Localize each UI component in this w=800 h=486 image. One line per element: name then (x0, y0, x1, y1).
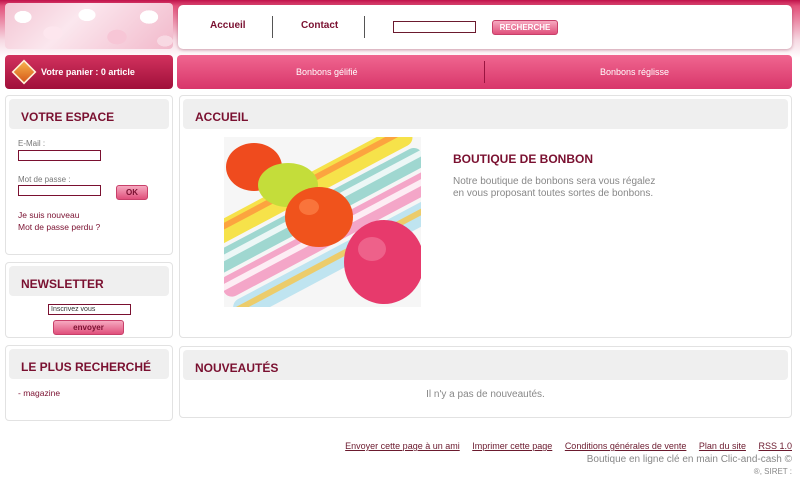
footer-links: Envoyer cette page à un ami Imprimer cet… (335, 441, 792, 451)
category-divider (484, 61, 485, 83)
most-searched-box: LE PLUS RECHERCHÉ - magazine (5, 345, 173, 421)
news-panel: NOUVEAUTÉS Il n'y a pas de nouveautés. (179, 346, 792, 418)
account-box: VOTRE ESPACE E-Mail : Mot de passe : OK … (5, 95, 173, 255)
cart-bar[interactable]: Votre panier : 0 article (5, 55, 173, 89)
newsletter-email-input[interactable] (48, 304, 131, 315)
email-label: E-Mail : (18, 139, 46, 148)
news-empty-text: Il n'y a pas de nouveautés. (426, 389, 545, 400)
most-searched-box-title: LE PLUS RECHERCHÉ (9, 349, 169, 379)
cart-icon (11, 59, 37, 85)
password-field[interactable] (18, 185, 101, 196)
nav-divider (364, 16, 365, 38)
most-searched-item[interactable]: - magazine (18, 388, 60, 398)
cart-label: Votre panier : 0 article (41, 67, 135, 77)
footer-print-link[interactable]: Imprimer cette page (472, 441, 552, 451)
new-account-link[interactable]: Je suis nouveau (18, 210, 79, 220)
footer-sitemap-link[interactable]: Plan du site (699, 441, 746, 451)
account-box-title: VOTRE ESPACE (9, 99, 169, 129)
newsletter-box: NEWSLETTER envoyer (5, 262, 173, 338)
email-field[interactable] (18, 150, 101, 161)
footer-rss-link[interactable]: RSS 1.0 (758, 441, 792, 451)
candy-image (224, 137, 421, 307)
footer-credit: Boutique en ligne clé en main Clic-and-c… (586, 454, 792, 465)
nav-contact-link[interactable]: Contact (301, 20, 338, 31)
logo-marshmallow-image[interactable] (5, 3, 173, 49)
top-navigation: Accueil Contact RECHERCHE (178, 5, 792, 49)
footer-siret: ®, SIRET : (753, 467, 792, 476)
category-nav: Bonbons gélifié Bonbons réglisse (177, 55, 792, 89)
shop-heading: BOUTIQUE DE BONBON (453, 152, 594, 166)
newsletter-submit-button[interactable]: envoyer (53, 320, 124, 335)
category-reglisse-link[interactable]: Bonbons réglisse (600, 67, 669, 77)
footer-terms-link[interactable]: Conditions générales de vente (565, 441, 687, 451)
shop-description-line1: Notre boutique de bonbons sera vous réga… (453, 176, 656, 187)
search-input[interactable] (393, 21, 476, 33)
search-button[interactable]: RECHERCHE (492, 20, 558, 35)
home-panel-title: ACCUEIL (183, 99, 788, 129)
category-gelifie-link[interactable]: Bonbons gélifié (296, 67, 358, 77)
shop-description-line2: en vous proposant toutes sortes de bonbo… (453, 188, 654, 199)
login-ok-button[interactable]: OK (116, 185, 148, 200)
forgot-password-link[interactable]: Mot de passe perdu ? (18, 222, 100, 232)
newsletter-box-title: NEWSLETTER (9, 266, 169, 296)
nav-divider (272, 16, 273, 38)
password-label: Mot de passe : (18, 175, 71, 184)
footer-send-link[interactable]: Envoyer cette page à un ami (345, 441, 460, 451)
nav-accueil-link[interactable]: Accueil (210, 20, 246, 31)
news-panel-title: NOUVEAUTÉS (183, 350, 788, 380)
